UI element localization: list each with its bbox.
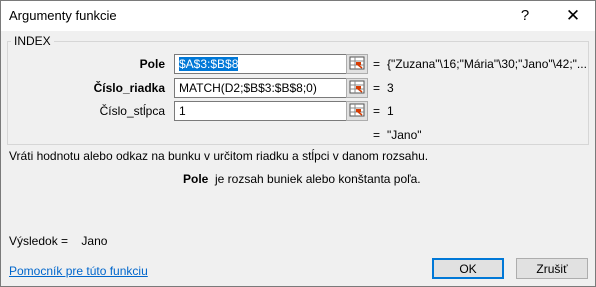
- arg-input-column-number[interactable]: 1: [174, 101, 348, 121]
- ok-button[interactable]: OK: [432, 258, 504, 279]
- range-select-button-column-number[interactable]: [346, 101, 368, 121]
- dialog-title: Argumenty funkcie: [9, 8, 117, 23]
- result-label: Výsledok =: [9, 234, 69, 248]
- close-icon[interactable]: ✕: [561, 5, 585, 27]
- range-select-icon: [349, 56, 365, 70]
- range-select-button-pole[interactable]: [346, 54, 368, 74]
- cancel-button[interactable]: Zrušiť: [516, 258, 588, 279]
- arg-label-column-number: Číslo_stĺpca: [99, 104, 165, 118]
- function-description: Vráti hodnotu alebo odkaz na bunku v urč…: [9, 149, 429, 163]
- arg-result-pole: {"Zuzana"\16;"Mária"\30;"Jano"\42;"...: [387, 57, 587, 71]
- arg-result-row-number: 3: [387, 81, 394, 95]
- equals-sign: =: [373, 128, 381, 142]
- range-select-icon: [349, 103, 365, 117]
- equals-sign: =: [373, 57, 381, 71]
- arg-label-pole: Pole: [139, 57, 165, 71]
- function-group: INDEX Pole $A$3:$B$8 = {"Zuzana"\16;"Már…: [7, 34, 589, 145]
- arg-description-text: je rozsah buniek alebo konštanta poľa.: [215, 172, 421, 186]
- arg-input-pole-value: $A$3:$B$8: [179, 57, 239, 71]
- arg-input-row-number[interactable]: MATCH(D2;$B$3:$B$8;0): [174, 78, 348, 98]
- formula-result: "Jano": [387, 128, 422, 142]
- range-select-button-row-number[interactable]: [346, 78, 368, 98]
- range-select-icon: [349, 80, 365, 94]
- equals-sign: =: [373, 81, 381, 95]
- result-row: Výsledok = Jano: [9, 234, 107, 248]
- arg-label-row-number: Číslo_riadka: [93, 81, 165, 95]
- arg-result-column-number: 1: [387, 104, 394, 118]
- arg-input-pole[interactable]: $A$3:$B$8: [174, 54, 348, 74]
- help-icon[interactable]: ?: [513, 5, 537, 27]
- function-name: INDEX: [11, 34, 54, 48]
- result-value: Jano: [81, 234, 108, 248]
- help-link[interactable]: Pomocník pre túto funkciu: [9, 264, 148, 278]
- function-arguments-dialog: Argumenty funkcie ? ✕ INDEX Pole $A$3:$B…: [0, 0, 596, 287]
- arg-description-name: Pole: [183, 172, 209, 186]
- title-bar: Argumenty funkcie ? ✕: [1, 1, 595, 31]
- equals-sign: =: [373, 104, 381, 118]
